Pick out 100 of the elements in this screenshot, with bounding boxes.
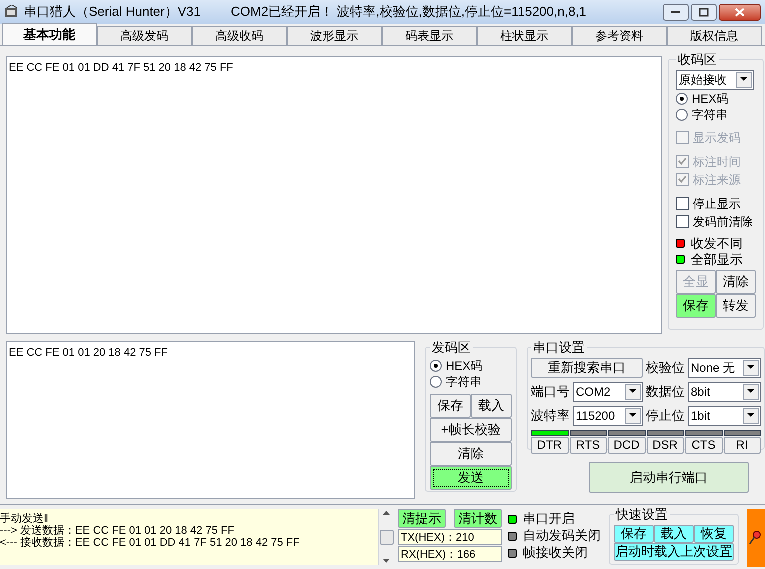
- field-label: 数据位: [646, 382, 685, 401]
- select-value: COM2: [576, 384, 611, 400]
- group-title: 发码区: [431, 339, 472, 357]
- counter-reading: TX(HEX)：210: [398, 529, 502, 545]
- signal-button[interactable]: DTR: [531, 436, 568, 454]
- send-action-button[interactable]: +帧长校验: [430, 418, 512, 442]
- status-label: 串口开启: [523, 510, 575, 528]
- field-label: 停止位: [646, 406, 685, 425]
- tab[interactable]: 码表显示: [382, 26, 477, 45]
- signal-button[interactable]: DSR: [646, 436, 684, 454]
- dropdown-arrow-icon: [747, 413, 755, 418]
- window-status: COM2已经开启！ 波特率,校验位,数据位,停止位=115200,n,8,1: [231, 3, 587, 22]
- received-data: EE CC FE 01 01 DD 41 7F 51 20 18 42 75 FF: [9, 62, 234, 74]
- receive-action-button[interactable]: 转发: [716, 294, 756, 318]
- pin-icon: [749, 530, 763, 546]
- checkbox-label: 标注时间: [693, 154, 741, 170]
- select-value: None 无: [691, 360, 736, 376]
- send-action-button[interactable]: 清除: [430, 442, 512, 466]
- close-icon: [735, 8, 745, 16]
- send-action-button[interactable]: 发送: [430, 466, 512, 490]
- radio-label: HEX码: [692, 90, 729, 108]
- send-action-button[interactable]: 载入: [471, 394, 512, 418]
- tab[interactable]: 版权信息: [667, 26, 762, 45]
- radio-button[interactable]: [430, 360, 442, 372]
- tab[interactable]: 波形显示: [287, 26, 382, 45]
- signal-button[interactable]: CTS: [685, 436, 722, 454]
- scroll-up-icon: [383, 511, 390, 515]
- indicator-label: 收发不同: [691, 234, 743, 253]
- checkbox[interactable]: [676, 197, 689, 210]
- select-value: 8bit: [691, 384, 710, 400]
- maximize-icon: [699, 8, 709, 16]
- minimize-icon: [671, 10, 681, 14]
- field-label: 端口号: [531, 382, 570, 401]
- start-port-button[interactable]: 启动串行端口: [589, 462, 749, 493]
- radio-button[interactable]: [676, 92, 688, 104]
- dropdown-arrow-icon: [740, 77, 748, 82]
- checkbox[interactable]: [676, 215, 689, 228]
- window-title: 串口猎人（Serial Hunter）V31: [24, 3, 201, 22]
- log-line: ---> 发送数据：EE CC FE 01 01 20 18 42 75 FF: [0, 525, 236, 537]
- send-action-button[interactable]: 保存: [430, 394, 471, 418]
- counter-button[interactable]: 清提示: [398, 509, 446, 528]
- dropdown-arrow-icon: [747, 389, 755, 394]
- radio-label: 字符串: [446, 374, 482, 390]
- receive-action-button[interactable]: 清除: [716, 270, 756, 294]
- field-label: 校验位: [646, 358, 685, 377]
- send-text-area[interactable]: EE CC FE 01 01 20 18 42 75 FF: [6, 341, 415, 499]
- checkbox-label: 发码前清除: [693, 214, 753, 230]
- signal-button[interactable]: RI: [724, 436, 761, 454]
- dropdown-arrow-icon: [629, 389, 637, 394]
- group-title: 收码区: [677, 51, 718, 69]
- radio-label: 字符串: [692, 106, 728, 124]
- dropdown-arrow-icon: [629, 413, 637, 418]
- tab[interactable]: 参考资料: [572, 26, 667, 45]
- radio-button[interactable]: [430, 376, 442, 388]
- close-button[interactable]: [719, 4, 761, 20]
- checkbox-label: 标注来源: [693, 172, 741, 188]
- group-title: 快速设置: [614, 506, 669, 524]
- tool-panel[interactable]: [747, 509, 765, 567]
- counter-reading: RX(HEX)：166: [398, 546, 502, 562]
- counter-button[interactable]: 清计数: [454, 509, 502, 528]
- select-value: 115200: [576, 408, 616, 424]
- log-line: 手动发送‖: [0, 513, 50, 525]
- indicator-label: 全部显示: [691, 250, 743, 269]
- serial-select[interactable]: 115200: [573, 406, 643, 426]
- field-label: 波特率: [531, 406, 570, 425]
- send-data: EE CC FE 01 01 20 18 42 75 FF: [9, 347, 168, 359]
- tab[interactable]: 柱状显示: [477, 26, 572, 45]
- signal-button[interactable]: RTS: [570, 436, 607, 454]
- serial-select[interactable]: 1bit: [688, 406, 761, 426]
- status-label: 自动发码关闭: [523, 527, 601, 546]
- app-icon: [4, 5, 20, 19]
- scroll-thumb[interactable]: [380, 530, 394, 544]
- serial-select[interactable]: 8bit: [688, 382, 761, 402]
- tab[interactable]: 高级发码: [97, 26, 192, 45]
- receive-mode-select[interactable]: 原始接收: [676, 70, 754, 90]
- scroll-down-icon: [383, 559, 390, 563]
- rescan-button[interactable]: 重新搜索串口: [531, 358, 643, 378]
- dropdown-arrow-icon: [747, 365, 755, 370]
- serial-select[interactable]: COM2: [573, 382, 643, 402]
- quick-settings-button[interactable]: 恢复: [694, 524, 734, 542]
- status-label: 帧接收关闭: [523, 544, 588, 562]
- serial-select[interactable]: None 无: [688, 358, 761, 378]
- receive-action-button[interactable]: 保存: [676, 294, 716, 318]
- checkbox-label: 显示发码: [693, 130, 741, 146]
- log-line: <--- 接收数据：EE CC FE 01 01 DD 41 7F 51 20 18 42 75 FF: [0, 537, 301, 549]
- tab[interactable]: 基本功能: [2, 23, 97, 45]
- quick-settings-button[interactable]: 保存: [614, 524, 654, 542]
- receive-text-area[interactable]: EE CC FE 01 01 DD 41 7F 51 20 18 42 75 FF: [6, 56, 662, 334]
- minimize-button[interactable]: [663, 4, 689, 20]
- checkbox-label: 停止显示: [693, 196, 741, 212]
- radio-button[interactable]: [676, 108, 688, 120]
- radio-label: HEX码: [446, 358, 483, 374]
- quick-settings-button[interactable]: 启动时载入上次设置: [614, 542, 734, 560]
- maximize-button[interactable]: [691, 4, 717, 20]
- tab[interactable]: 高级收码: [192, 26, 287, 45]
- select-value: 原始接收: [679, 72, 727, 88]
- group-title: 串口设置: [532, 339, 586, 357]
- select-value: 1bit: [691, 408, 710, 424]
- quick-settings-button[interactable]: 载入: [654, 524, 694, 542]
- signal-button[interactable]: DCD: [608, 436, 646, 454]
